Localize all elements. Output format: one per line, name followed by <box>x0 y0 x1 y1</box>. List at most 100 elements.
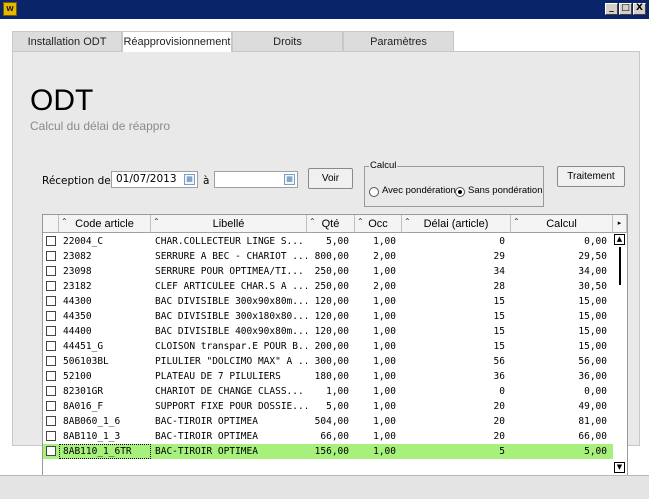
cell-delai: 0 <box>499 236 505 247</box>
cell-delai: 15 <box>493 326 505 337</box>
column-menu-icon[interactable]: ▸ <box>613 215 627 233</box>
cell-code-article: 8AB060_1_6 <box>63 416 121 427</box>
table-row[interactable]: 23182 CLEF ARTICULEE CHAR.S A ... 250,00 2,… <box>43 279 613 294</box>
cell-libelle: PILULIER "DOLCIMO MAX" A ... <box>155 356 307 367</box>
cell-code-article: 23082 <box>63 251 92 262</box>
cell-libelle: BAC DIVISIBLE 300x90x80m... <box>155 296 307 307</box>
window-titlebar: W _ □ X <box>0 0 649 19</box>
voir-button[interactable]: Voir <box>308 168 353 189</box>
tab-installation-odt[interactable]: Installation ODT <box>12 31 122 51</box>
scrollbar-thumb[interactable] <box>619 247 621 285</box>
cell-occ: 1,00 <box>373 341 396 352</box>
table-row[interactable]: 44350 BAC DIVISIBLE 300x180x80... 120,00 1,… <box>43 309 613 324</box>
tab-parametres[interactable]: Paramètres <box>343 31 454 51</box>
row-checkbox[interactable] <box>46 371 56 381</box>
row-checkbox[interactable] <box>46 236 56 246</box>
table-row[interactable]: 23082 SERRURE A BEC - CHARIOT ... 800,00 2,… <box>43 249 613 264</box>
avec-ponderation-label: Avec pondération <box>382 185 456 196</box>
header-calcul[interactable]: ⌃ Calcul <box>511 215 613 233</box>
cell-qte: 5,00 <box>326 401 349 412</box>
calcul-group-label: Calcul <box>369 160 398 171</box>
header-occ[interactable]: ⌃ Occ <box>355 215 402 233</box>
status-bar <box>0 475 649 499</box>
sort-arrow-icon: ⌃ <box>357 217 364 226</box>
date-from-field[interactable]: 01/07/2013 ▦ <box>111 171 198 188</box>
row-checkbox[interactable] <box>46 431 56 441</box>
cell-calcul: 15,00 <box>578 296 607 307</box>
header-label: Libellé <box>212 218 245 230</box>
cell-occ: 1,00 <box>373 446 396 457</box>
tab-reapprovisionnement[interactable]: Réapprovisionnement <box>122 31 232 52</box>
cell-delai: 0 <box>499 386 505 397</box>
cell-qte: 120,00 <box>314 296 349 307</box>
row-checkbox[interactable] <box>46 296 56 306</box>
sans-ponderation-label: Sans pondération <box>468 185 543 196</box>
cell-code-article: 8AB110_1_6TR <box>59 444 151 459</box>
table-row[interactable]: 52100 PLATEAU DE 7 PILULIERS 180,00 1,00 36 3… <box>43 369 613 384</box>
page-title: ODT <box>30 84 94 117</box>
scroll-up-arrow-icon[interactable]: ▲ <box>614 234 625 245</box>
maximize-button[interactable]: □ <box>619 3 632 15</box>
cell-delai: 56 <box>493 356 505 367</box>
table-row[interactable]: 506103BL PILULIER "DOLCIMO MAX" A ... 300,… <box>43 354 613 369</box>
sort-arrow-icon: ⌃ <box>404 217 411 226</box>
header-libelle[interactable]: ⌃ Libellé <box>151 215 307 233</box>
cell-occ: 1,00 <box>373 416 396 427</box>
avec-ponderation-radio[interactable] <box>369 187 379 197</box>
cell-qte: 120,00 <box>314 326 349 337</box>
row-checkbox[interactable] <box>46 341 56 351</box>
table-row[interactable]: 44400 BAC DIVISIBLE 400x90x80m... 120,00 1,… <box>43 324 613 339</box>
reception-label: Réception de <box>42 175 111 187</box>
cell-calcul: 0,00 <box>584 386 607 397</box>
calendar-icon[interactable]: ▦ <box>184 174 195 185</box>
row-checkbox[interactable] <box>46 356 56 366</box>
row-checkbox[interactable] <box>46 401 56 411</box>
row-checkbox[interactable] <box>46 251 56 261</box>
row-checkbox[interactable] <box>46 281 56 291</box>
close-button[interactable]: X <box>633 3 646 15</box>
page-subtitle: Calcul du délai de réappro <box>30 119 171 133</box>
cell-delai: 15 <box>493 296 505 307</box>
table-row[interactable]: 8AB060_1_6 BAC-TIROIR OPTIMEA 504,00 1,00 20… <box>43 414 613 429</box>
row-checkbox[interactable] <box>46 386 56 396</box>
sort-arrow-icon: ⌃ <box>309 217 316 226</box>
row-checkbox[interactable] <box>46 446 56 456</box>
minimize-button[interactable]: _ <box>605 3 618 15</box>
header-delai-article[interactable]: ⌃ Délai (article) <box>402 215 511 233</box>
cell-occ: 1,00 <box>373 311 396 322</box>
cell-delai: 15 <box>493 341 505 352</box>
row-checkbox[interactable] <box>46 326 56 336</box>
sans-ponderation-radio[interactable] <box>455 187 465 197</box>
cell-occ: 1,00 <box>373 296 396 307</box>
table-row[interactable]: 8A016_F SUPPORT FIXE POUR DOSSIE... 5,00 1,… <box>43 399 613 414</box>
cell-calcul: 15,00 <box>578 311 607 322</box>
cell-delai: 29 <box>493 251 505 262</box>
header-qte[interactable]: ⌃ Qté <box>307 215 355 233</box>
date-to-field[interactable]: ▦ <box>214 171 298 188</box>
cell-delai: 36 <box>493 371 505 382</box>
table-row[interactable]: 22004_C CHAR.COLLECTEUR LINGE S... 5,00 1,0… <box>43 234 613 249</box>
cell-calcul: 15,00 <box>578 341 607 352</box>
scroll-down-arrow-icon[interactable]: ▼ <box>614 462 625 473</box>
table-row[interactable]: 23098 SERRURE POUR OPTIMEA/TI... 250,00 1,0… <box>43 264 613 279</box>
table-row[interactable]: 8AB110_1_6TR BAC-TIROIR OPTIMEA 156,00 1,00… <box>43 444 613 459</box>
traitement-button[interactable]: Traitement <box>557 166 625 187</box>
table-row[interactable]: 44300 BAC DIVISIBLE 300x90x80m... 120,00 1,… <box>43 294 613 309</box>
table-row[interactable]: 8AB110_1_3 BAC-TIROIR OPTIMEA 66,00 1,00 20 6… <box>43 429 613 444</box>
cell-qte: 120,00 <box>314 311 349 322</box>
tab-droits[interactable]: Droits <box>232 31 343 51</box>
vertical-scrollbar[interactable]: ▲ ▼ <box>613 233 627 475</box>
cell-code-article: 8A016_F <box>63 401 104 412</box>
header-label: Code article <box>75 218 134 230</box>
cell-libelle: CLOISON transpar.E POUR B... <box>155 341 307 352</box>
cell-qte: 5,00 <box>326 236 349 247</box>
table-row[interactable]: 82301GR CHARIOT DE CHANGE CLASS... 1,00 1,0… <box>43 384 613 399</box>
header-code-article[interactable]: ⌃ Code article <box>59 215 151 233</box>
calendar-icon[interactable]: ▦ <box>284 174 295 185</box>
row-checkbox[interactable] <box>46 266 56 276</box>
cell-code-article: 8AB110_1_3 <box>63 431 121 442</box>
cell-qte: 300,00 <box>314 356 349 367</box>
row-checkbox[interactable] <box>46 311 56 321</box>
table-row[interactable]: 44451_G CLOISON transpar.E POUR B... 200,0… <box>43 339 613 354</box>
row-checkbox[interactable] <box>46 416 56 426</box>
